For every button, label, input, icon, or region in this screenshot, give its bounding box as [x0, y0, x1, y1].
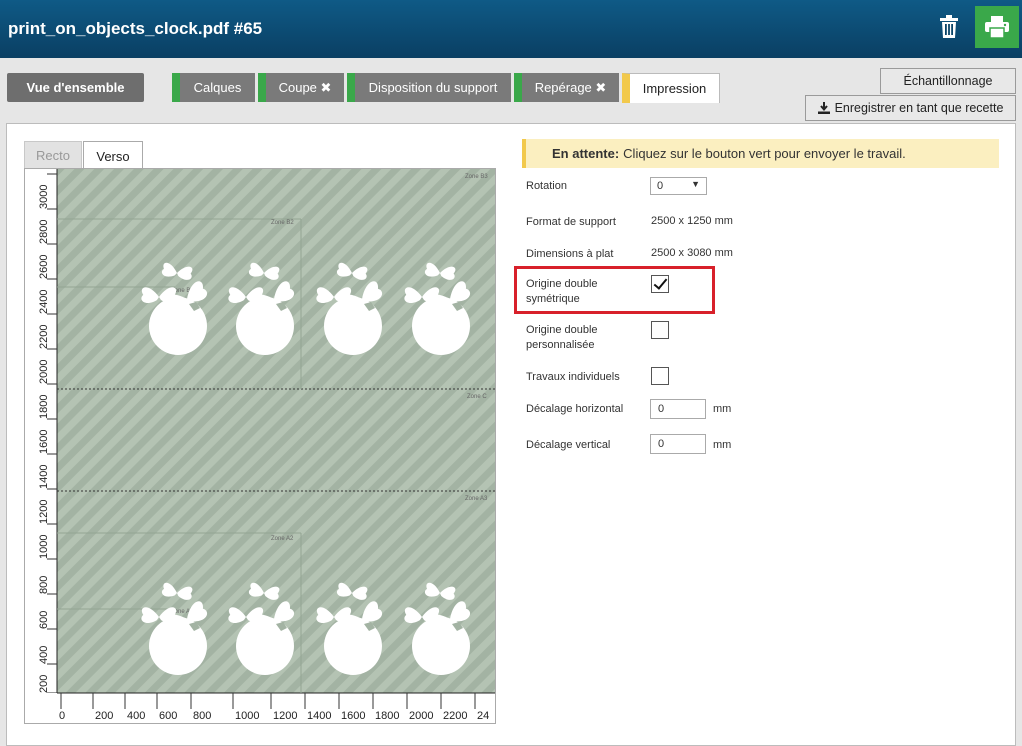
ruler-y-label: 2400: [38, 290, 50, 314]
ruler-y-label: 1000: [38, 535, 50, 559]
printer-icon: [985, 16, 1009, 38]
custom-origin-checkbox[interactable]: [651, 321, 669, 339]
ruler-y-label: 1600: [38, 430, 50, 454]
rotation-label: Rotation: [526, 180, 567, 192]
h-offset-unit: mm: [713, 403, 732, 415]
v-offset-input[interactable]: 0: [650, 434, 706, 454]
tab-impression[interactable]: Impression: [622, 73, 720, 103]
ruler-y-label: 2800: [38, 220, 50, 244]
individual-jobs-checkbox[interactable]: [651, 367, 669, 385]
save-recipe-label: Enregistrer en tant que recette: [834, 101, 1004, 115]
ruler-x-label: 800: [193, 710, 211, 722]
ruler-x-label: 600: [159, 710, 177, 722]
ruler-x-label: 1800: [375, 710, 399, 722]
trash-icon: [940, 15, 958, 38]
delete-button[interactable]: [928, 6, 970, 48]
chevron-down-icon: ▼: [691, 179, 700, 189]
ruler-y-label: 2000: [38, 360, 50, 384]
zone-label: Zone B3: [465, 174, 488, 180]
tab-calques[interactable]: Calques: [172, 73, 255, 102]
v-offset-label: Décalage vertical: [526, 439, 611, 451]
ruler-y-label: 200: [38, 675, 50, 693]
ruler-y-label: 2200: [38, 325, 50, 349]
highlight-box: [514, 266, 715, 314]
ruler-x-label: 1600: [341, 710, 365, 722]
status-message: Cliquez sur le bouton vert pour envoyer …: [623, 146, 906, 161]
tab-verso[interactable]: Verso: [83, 141, 143, 170]
zone-label: Zone A3: [465, 496, 488, 502]
layout-preview-canvas: 3000 2800 2600 2400 2200 2000 1800 1600 …: [25, 169, 495, 723]
zone-label: Zone B2: [271, 220, 294, 226]
download-icon: [817, 102, 830, 114]
status-notice: En attente: Cliquez sur le bouton vert p…: [522, 139, 999, 168]
sampling-button[interactable]: Échantillonnage: [880, 68, 1016, 94]
ruler-y-label: 3000: [38, 185, 50, 209]
media-format-value: 2500 x 1250 mm: [651, 215, 733, 227]
ruler-x-label: 1200: [273, 710, 297, 722]
ruler-x-label: 1000: [235, 710, 259, 722]
ruler-y-label: 1200: [38, 500, 50, 524]
status-label: En attente:: [552, 146, 620, 161]
ruler-y-label: 800: [38, 576, 50, 594]
individual-jobs-label: Travaux individuels: [526, 371, 620, 383]
tab-disposition[interactable]: Disposition du support: [347, 73, 511, 102]
print-button[interactable]: [975, 6, 1019, 48]
tab-recto[interactable]: Recto: [24, 141, 82, 169]
h-offset-input[interactable]: 0: [650, 399, 706, 419]
ruler-y-label: 2600: [38, 255, 50, 279]
ruler-y-label: 400: [38, 646, 50, 664]
custom-origin-label-line1: Origine double: [526, 324, 598, 336]
ruler-y-label: 1400: [38, 465, 50, 489]
ruler-x-label: 0: [59, 710, 65, 722]
flat-dims-value: 2500 x 3080 mm: [651, 247, 733, 259]
ruler-x-label: 24: [477, 710, 489, 722]
tab-coupe[interactable]: Coupe ✖: [258, 73, 344, 102]
zone-label: Zone C: [467, 394, 487, 400]
title-bar: print_on_objects_clock.pdf #65: [0, 0, 1022, 58]
custom-origin-label: Origine double personnalisée: [526, 323, 598, 353]
ruler-y-label: 600: [38, 611, 50, 629]
ruler-x-label: 1400: [307, 710, 331, 722]
media-format-label: Format de support: [526, 216, 616, 228]
zone-label: Zone A2: [271, 536, 294, 542]
save-recipe-button[interactable]: Enregistrer en tant que recette: [805, 95, 1016, 121]
tab-reperage[interactable]: Repérage ✖: [514, 73, 619, 102]
tab-overview[interactable]: Vue d'ensemble: [7, 73, 144, 102]
custom-origin-label-line2: personnalisée: [526, 339, 595, 351]
ruler-x-label: 200: [95, 710, 113, 722]
layout-preview[interactable]: 3000 2800 2600 2400 2200 2000 1800 1600 …: [24, 168, 496, 724]
ruler-x-label: 2200: [443, 710, 467, 722]
flat-dims-label: Dimensions à plat: [526, 248, 614, 260]
ruler-left: 3000 2800 2600 2400 2200 2000 1800 1600 …: [25, 169, 58, 723]
ruler-x-label: 2000: [409, 710, 433, 722]
page-title: print_on_objects_clock.pdf #65: [8, 19, 263, 38]
rotation-select[interactable]: 0 ▼: [650, 177, 707, 195]
ruler-x-label: 400: [127, 710, 145, 722]
h-offset-label: Décalage horizontal: [526, 403, 624, 415]
ruler-y-label: 1800: [38, 395, 50, 419]
v-offset-unit: mm: [713, 439, 732, 451]
rotation-value: 0: [657, 180, 664, 192]
ruler-bottom: 0 200 400 600 800 1000 1200 1400 1600 18…: [25, 692, 495, 723]
